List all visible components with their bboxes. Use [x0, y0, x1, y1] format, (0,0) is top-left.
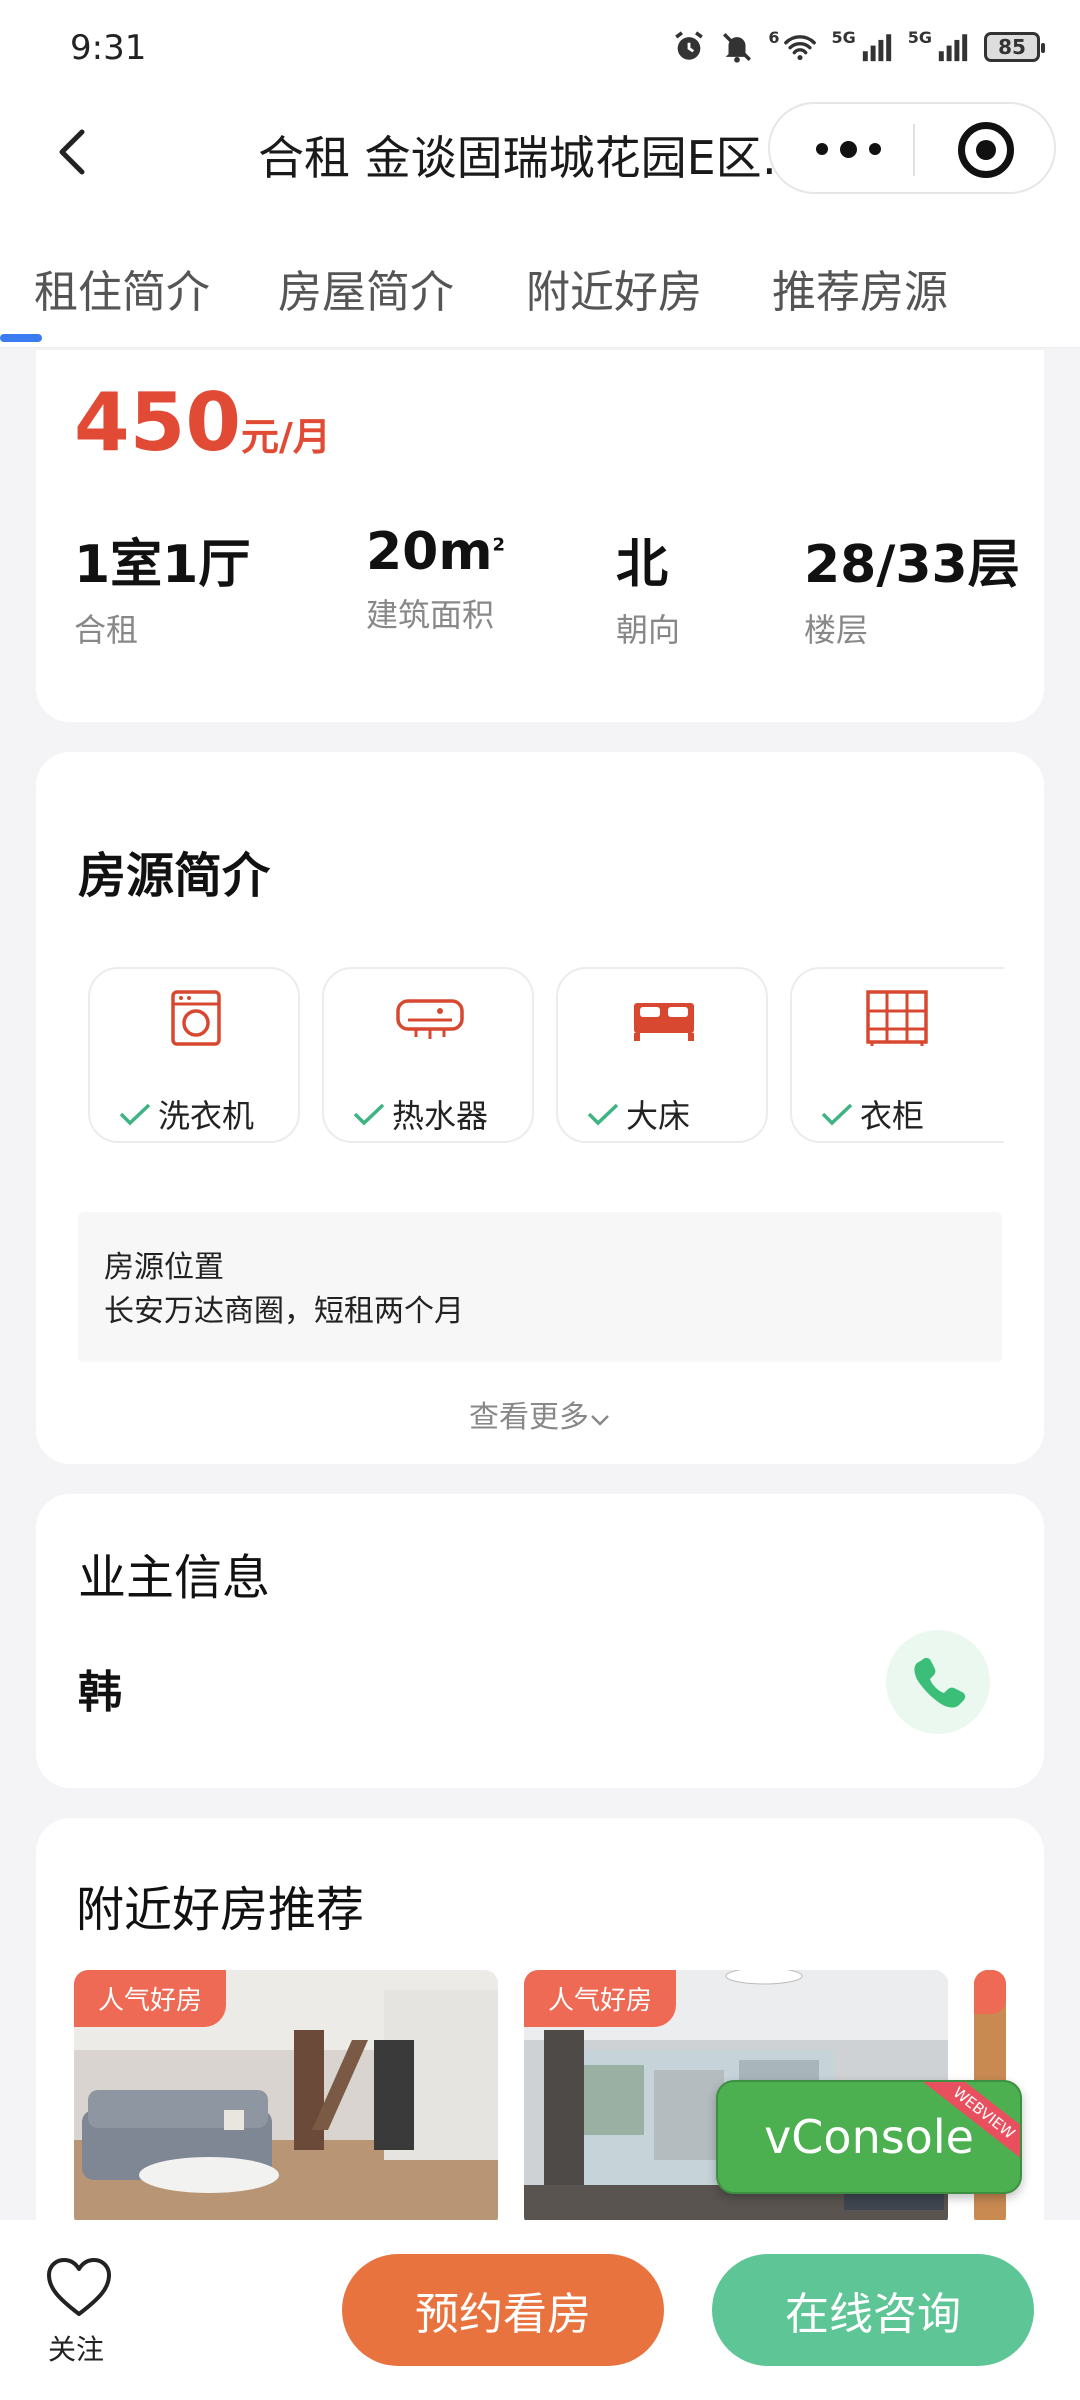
amenity-label: 热水器: [352, 1091, 488, 1137]
status-bar: 9:31 6 5G 5G 85: [0, 0, 1080, 96]
book-viewing-button[interactable]: 预约看房: [342, 2254, 664, 2366]
popular-badge: 人气好房: [524, 1970, 677, 2027]
vconsole-label: vConsole: [764, 2110, 974, 2164]
stat-floor: 28/33层 楼层: [804, 522, 1020, 651]
popular-badge: 人气好房: [74, 1970, 227, 2027]
section-title: 房源简介: [78, 848, 271, 904]
tab-house-intro[interactable]: 房屋简介: [278, 256, 454, 320]
amenity-item: 洗衣机: [88, 967, 300, 1143]
section-title: 业主信息: [78, 1550, 271, 1606]
follow-label[interactable]: 关注: [48, 2328, 104, 2368]
capsule-divider: [913, 124, 915, 176]
wifi-tag: 6: [768, 27, 780, 47]
stat-label: 合租: [74, 611, 139, 649]
listing-intro-card: 房源简介 洗衣机 热水器 大床 衣柜 房源位置 长安万达商圈，短租两个月 查看更…: [36, 752, 1044, 1464]
back-arrow-icon[interactable]: [50, 126, 100, 178]
call-owner-button[interactable]: [886, 1630, 990, 1734]
stat-label: 楼层: [804, 611, 869, 649]
alarm-icon: [675, 31, 704, 60]
section-title: 附近好房推荐: [76, 1882, 365, 1938]
section-tabs: 租住简介 房屋简介 附近好房 推荐房源: [0, 208, 1080, 348]
check-icon: [353, 1103, 385, 1126]
stat-value: 北: [616, 535, 669, 595]
stat-value: 20m2: [366, 522, 506, 582]
stat-label: 建筑面积: [366, 596, 495, 634]
amenity-label: 洗衣机: [118, 1091, 254, 1137]
amenity-label: 衣柜: [820, 1091, 924, 1137]
listing-thumbnail[interactable]: 人气好房: [74, 1970, 498, 2230]
washing-machine-icon: [171, 990, 221, 1046]
stat-orientation: 北 朝向: [616, 522, 680, 651]
check-icon: [587, 1103, 619, 1126]
miniprogram-capsule: [768, 102, 1056, 194]
active-tab-indicator: [0, 334, 42, 342]
more-options-icon[interactable]: [808, 124, 888, 174]
amenity-item: 大床: [556, 967, 768, 1143]
owner-card: 业主信息 韩: [36, 1494, 1044, 1788]
location-description: 长安万达商圈，短租两个月: [104, 1294, 464, 1329]
tab-recommend[interactable]: 推荐房源: [772, 256, 948, 320]
location-title: 房源位置: [104, 1250, 224, 1285]
network-tag-1: 5G: [831, 27, 856, 47]
rent-price: 450元/月: [74, 376, 331, 469]
status-time: 9:31: [70, 28, 147, 68]
check-icon: [119, 1103, 151, 1126]
stat-layout: 1室1厅 合租: [74, 522, 250, 651]
signal-icon-2: [938, 34, 968, 62]
online-consult-button[interactable]: 在线咨询: [712, 2254, 1034, 2366]
heart-icon[interactable]: [44, 2256, 114, 2320]
stat-label: 朝向: [616, 611, 681, 649]
close-miniprogram-icon[interactable]: [958, 122, 1014, 178]
signal-icon: [862, 34, 891, 62]
check-icon: [821, 1103, 853, 1126]
amenity-item: 衣柜: [790, 967, 1004, 1143]
bed-icon: [634, 1003, 694, 1041]
network-tag-2: 5G: [907, 27, 932, 47]
water-heater-icon: [396, 999, 464, 1039]
navigation-bar: 合租 金谈固瑞城花园E区…: [0, 96, 1080, 208]
stat-value: 1室1厅: [74, 535, 251, 595]
stat-area: 20m2 建筑面积: [366, 522, 505, 636]
vconsole-button[interactable]: vConsole WEBVIEW: [716, 2080, 1022, 2194]
mute-icon: [723, 32, 752, 63]
tab-rental-intro[interactable]: 租住简介: [34, 256, 210, 320]
amenity-item: 热水器: [322, 967, 534, 1143]
amenity-label: 大床: [586, 1091, 690, 1137]
phone-icon: [914, 1657, 966, 1708]
battery-indicator: 85: [984, 32, 1045, 62]
bottom-action-bar: 关注 预约看房 在线咨询: [0, 2220, 1080, 2400]
view-more-button[interactable]: 查看更多: [36, 1392, 1044, 1436]
summary-card: 450元/月 1室1厅 合租 20m2 建筑面积 北 朝向 28/33层 楼层: [36, 350, 1044, 722]
wifi-icon: [784, 35, 817, 61]
owner-name: 韩: [78, 1667, 122, 1718]
price-value: 450: [74, 376, 241, 469]
page-title: 合租 金谈固瑞城花园E区…: [258, 131, 808, 185]
status-icons: 6 5G 5G 85: [672, 27, 1045, 64]
location-box: 房源位置 长安万达商圈，短租两个月: [78, 1212, 1002, 1362]
tab-nearby[interactable]: 附近好房: [526, 256, 702, 320]
wardrobe-icon: [866, 990, 928, 1046]
stat-value: 28/33层: [804, 535, 1020, 595]
price-unit: 元/月: [241, 415, 331, 459]
chevron-down-icon: [591, 1415, 609, 1426]
